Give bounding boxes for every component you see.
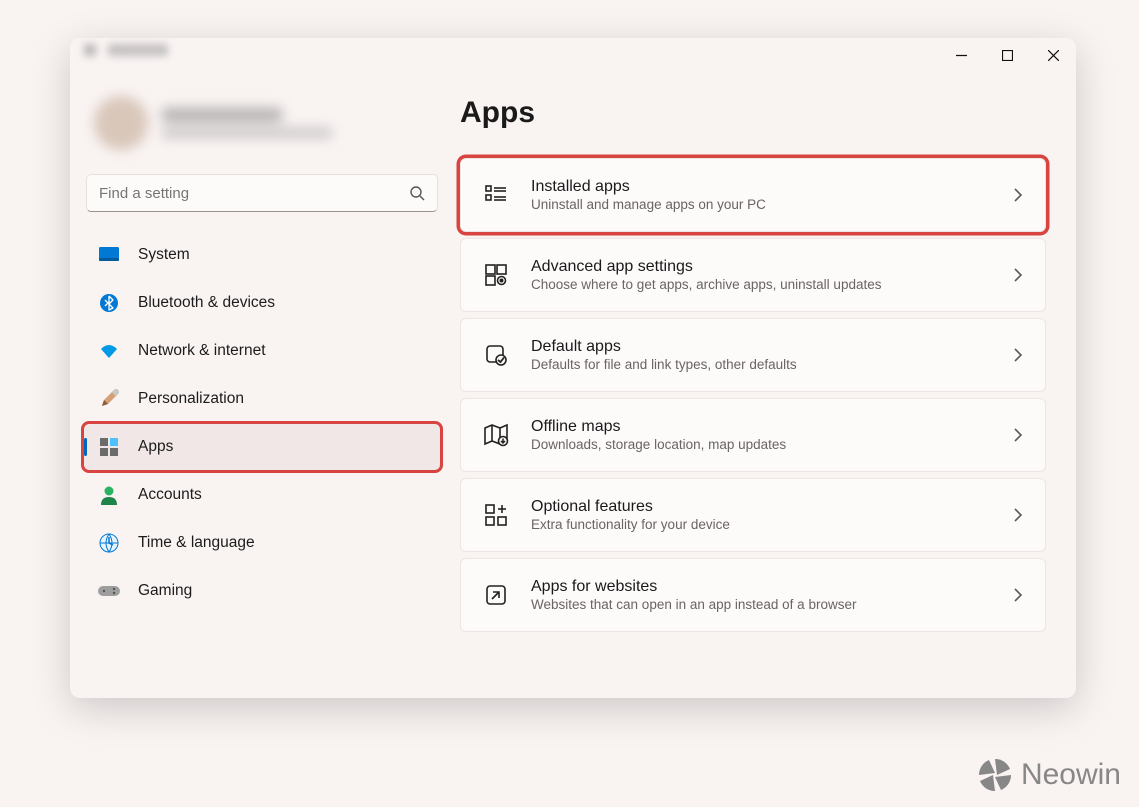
card-subtitle: Defaults for file and link types, other … bbox=[531, 357, 991, 372]
main-content: Apps Installed apps Uninstall and manage… bbox=[450, 76, 1076, 698]
neowin-logo-icon bbox=[977, 757, 1013, 793]
bluetooth-icon bbox=[98, 292, 120, 314]
settings-list: Installed apps Uninstall and manage apps… bbox=[460, 158, 1046, 632]
card-title: Default apps bbox=[531, 338, 991, 356]
network-icon bbox=[98, 340, 120, 362]
sidebar-item-label: Bluetooth & devices bbox=[138, 294, 275, 312]
card-apps-for-websites[interactable]: Apps for websites Websites that can open… bbox=[460, 558, 1046, 632]
search-box[interactable] bbox=[86, 174, 438, 212]
window-controls bbox=[938, 38, 1076, 72]
watermark-text: Neowin bbox=[1021, 758, 1121, 792]
default-apps-icon bbox=[483, 342, 509, 368]
sidebar-item-label: System bbox=[138, 246, 190, 264]
card-offline-maps[interactable]: Offline maps Downloads, storage location… bbox=[460, 398, 1046, 472]
card-title: Installed apps bbox=[531, 178, 991, 196]
card-default-apps[interactable]: Default apps Defaults for file and link … bbox=[460, 318, 1046, 392]
card-installed-apps[interactable]: Installed apps Uninstall and manage apps… bbox=[460, 158, 1046, 232]
sidebar-item-label: Gaming bbox=[138, 582, 192, 600]
sidebar-item-label: Apps bbox=[138, 438, 173, 456]
sidebar-item-personalization[interactable]: Personalization bbox=[84, 376, 440, 422]
sidebar-item-time-language[interactable]: Time & language bbox=[84, 520, 440, 566]
maximize-button[interactable] bbox=[984, 38, 1030, 72]
titlebar bbox=[70, 38, 1076, 76]
card-subtitle: Choose where to get apps, archive apps, … bbox=[531, 277, 991, 292]
chevron-right-icon bbox=[1013, 507, 1023, 523]
sidebar-item-bluetooth[interactable]: Bluetooth & devices bbox=[84, 280, 440, 326]
search-input[interactable] bbox=[99, 185, 409, 202]
chevron-right-icon bbox=[1013, 267, 1023, 283]
card-subtitle: Uninstall and manage apps on your PC bbox=[531, 197, 991, 212]
card-subtitle: Downloads, storage location, map updates bbox=[531, 437, 991, 452]
sidebar-item-gaming[interactable]: Gaming bbox=[84, 568, 440, 614]
card-title: Apps for websites bbox=[531, 578, 991, 596]
apps-icon bbox=[98, 436, 120, 458]
sidebar-item-accounts[interactable]: Accounts bbox=[84, 472, 440, 518]
sidebar-item-label: Time & language bbox=[138, 534, 255, 552]
page-title: Apps bbox=[460, 96, 1046, 130]
watermark: Neowin bbox=[977, 757, 1121, 793]
card-subtitle: Extra functionality for your device bbox=[531, 517, 991, 532]
sidebar-item-apps[interactable]: Apps bbox=[84, 424, 440, 470]
chevron-right-icon bbox=[1013, 427, 1023, 443]
optional-features-icon bbox=[483, 502, 509, 528]
gaming-icon bbox=[98, 580, 120, 602]
card-title: Optional features bbox=[531, 498, 991, 516]
personalization-icon bbox=[98, 388, 120, 410]
card-subtitle: Websites that can open in an app instead… bbox=[531, 597, 991, 612]
sidebar-item-system[interactable]: System bbox=[84, 232, 440, 278]
search-icon bbox=[409, 185, 425, 201]
card-title: Advanced app settings bbox=[531, 258, 991, 276]
profile-section-blurred bbox=[84, 86, 440, 172]
card-title: Offline maps bbox=[531, 418, 991, 436]
card-optional-features[interactable]: Optional features Extra functionality fo… bbox=[460, 478, 1046, 552]
offline-maps-icon bbox=[483, 422, 509, 448]
titlebar-left-blurred bbox=[70, 38, 182, 62]
nav-list: System Bluetooth & devices Network & int… bbox=[84, 232, 440, 614]
sidebar-item-label: Accounts bbox=[138, 486, 202, 504]
apps-for-websites-icon bbox=[483, 582, 509, 608]
card-advanced-app-settings[interactable]: Advanced app settings Choose where to ge… bbox=[460, 238, 1046, 312]
chevron-right-icon bbox=[1013, 187, 1023, 203]
settings-window: System Bluetooth & devices Network & int… bbox=[70, 38, 1076, 698]
chevron-right-icon bbox=[1013, 587, 1023, 603]
sidebar-item-network[interactable]: Network & internet bbox=[84, 328, 440, 374]
close-button[interactable] bbox=[1030, 38, 1076, 72]
sidebar-item-label: Personalization bbox=[138, 390, 244, 408]
minimize-button[interactable] bbox=[938, 38, 984, 72]
system-icon bbox=[98, 244, 120, 266]
time-language-icon bbox=[98, 532, 120, 554]
accounts-icon bbox=[98, 484, 120, 506]
installed-apps-icon bbox=[483, 182, 509, 208]
advanced-settings-icon bbox=[483, 262, 509, 288]
sidebar: System Bluetooth & devices Network & int… bbox=[70, 76, 450, 698]
sidebar-item-label: Network & internet bbox=[138, 342, 266, 360]
avatar bbox=[94, 96, 148, 150]
chevron-right-icon bbox=[1013, 347, 1023, 363]
